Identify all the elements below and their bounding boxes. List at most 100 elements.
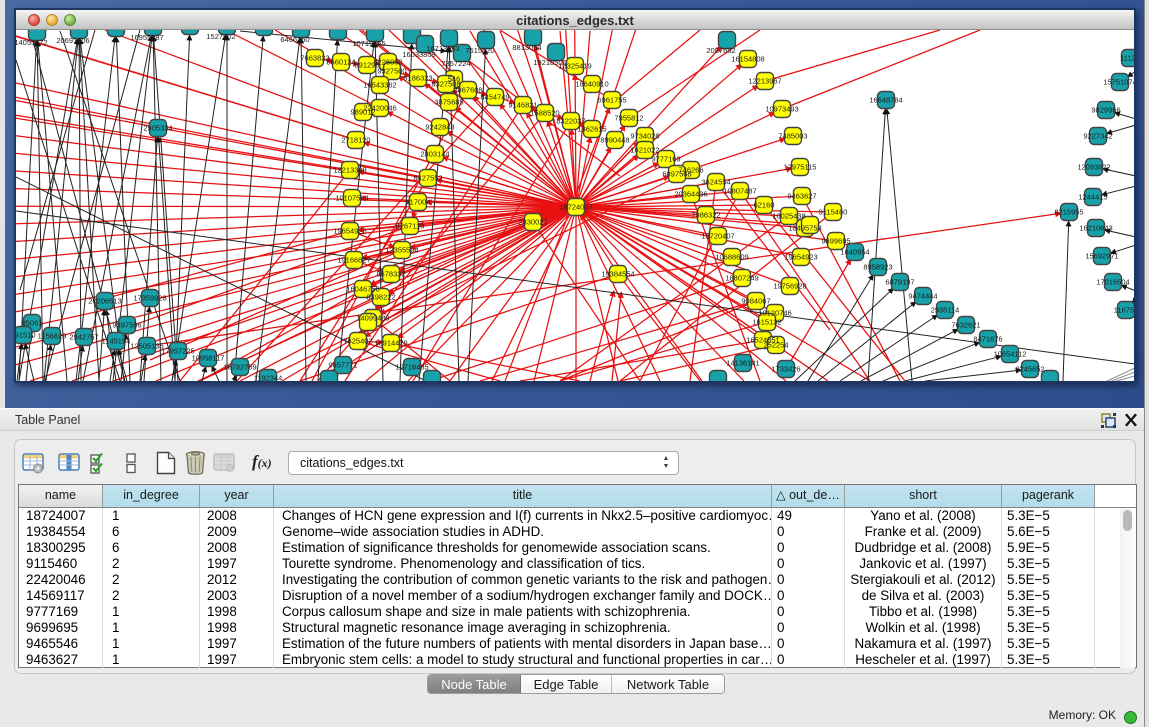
svg-text:1244415: 1244415 [1078, 193, 1107, 202]
svg-text:1733426: 1733426 [771, 365, 800, 374]
svg-text:989012: 989012 [350, 108, 375, 117]
svg-text:10807487: 10807487 [723, 187, 756, 196]
svg-text:8471676: 8471676 [973, 335, 1002, 344]
svg-text:10654112: 10654112 [994, 350, 1027, 359]
svg-text:6466160: 6466160 [280, 35, 309, 44]
svg-text:16914479: 16914479 [374, 339, 407, 348]
svg-text:10719155: 10719155 [352, 39, 385, 48]
svg-text:11123: 11123 [1120, 54, 1134, 63]
svg-text:9115460: 9115460 [819, 208, 848, 217]
svg-text:15692971: 15692971 [1085, 252, 1118, 261]
svg-text:9474444: 9474444 [908, 292, 937, 301]
svg-text:2935114: 2935114 [931, 306, 960, 315]
svg-text:2830027: 2830027 [518, 218, 547, 227]
svg-text:7632621: 7632621 [951, 321, 980, 330]
svg-text:12505135: 12505135 [130, 342, 163, 351]
svg-text:8226058: 8226058 [373, 58, 402, 67]
svg-text:8215955: 8215955 [1054, 208, 1083, 217]
svg-text:12213389: 12213389 [333, 166, 366, 175]
svg-text:7357224: 7357224 [441, 59, 470, 68]
svg-text:7625402: 7625402 [343, 337, 372, 346]
svg-text:15751074: 15751074 [1103, 78, 1134, 87]
svg-text:14136141: 14136141 [726, 359, 759, 368]
svg-text:16543362: 16543362 [363, 81, 396, 90]
svg-text:14055572: 14055572 [16, 38, 48, 47]
svg-text:10688609: 10688609 [715, 253, 748, 262]
svg-text:1156829: 1156829 [38, 332, 67, 341]
svg-text:9777169: 9777169 [651, 155, 680, 164]
svg-text:9327500: 9327500 [377, 67, 406, 76]
svg-text:6897568: 6897568 [662, 170, 691, 179]
svg-text:8660124: 8660124 [326, 58, 355, 67]
svg-text:12355594: 12355594 [385, 246, 418, 255]
svg-text:8454749: 8454749 [480, 93, 509, 102]
svg-text:7986322: 7986322 [691, 211, 720, 220]
svg-text:7515520: 7515520 [465, 46, 494, 55]
svg-text:2905334: 2905334 [143, 124, 172, 133]
svg-text:9084067: 9084067 [741, 297, 770, 306]
svg-text:9227342: 9227342 [1083, 132, 1112, 141]
svg-text:20364436: 20364436 [674, 190, 707, 199]
svg-text:19384554: 19384554 [601, 270, 634, 279]
svg-text:1192344: 1192344 [254, 374, 283, 382]
svg-text:19654923: 19654923 [784, 253, 817, 262]
svg-text:116753: 116753 [1114, 306, 1134, 315]
svg-text:17016504: 17016504 [1096, 278, 1129, 287]
svg-text:9463627: 9463627 [787, 192, 816, 201]
svg-text:2867608: 2867608 [453, 86, 482, 95]
svg-text:1362615: 1362615 [577, 125, 606, 134]
svg-text:9699695: 9699695 [821, 237, 850, 246]
svg-text:19756928: 19756928 [773, 282, 806, 291]
svg-text:2803144: 2803144 [420, 150, 449, 159]
svg-text:19716485: 19716485 [395, 363, 428, 372]
svg-text:991510: 991510 [16, 331, 36, 340]
svg-text:18807249: 18807249 [725, 274, 758, 283]
svg-text:1640954: 1640954 [840, 248, 869, 257]
svg-text:2942757: 2942757 [69, 333, 98, 342]
svg-text:8498222: 8498222 [366, 293, 395, 302]
svg-text:10120746: 10120746 [758, 309, 791, 318]
svg-text:252254: 252254 [763, 341, 788, 350]
svg-text:62160: 62160 [754, 201, 775, 210]
svg-text:417004: 417004 [405, 198, 430, 207]
svg-text:20691406: 20691406 [56, 36, 89, 45]
svg-text:9242848: 9242848 [425, 123, 454, 132]
svg-text:9245652: 9245652 [1015, 365, 1044, 374]
svg-text:10973493: 10973493 [765, 105, 798, 114]
svg-text:6961755: 6961755 [597, 96, 626, 105]
svg-text:16210643: 16210643 [1079, 224, 1112, 233]
svg-text:9829966: 9829966 [1091, 106, 1120, 115]
svg-text:19654925: 19654925 [333, 227, 366, 236]
svg-text:8990448: 8990448 [600, 136, 629, 145]
svg-text:1621022: 1621022 [630, 146, 659, 155]
svg-text:20206513: 20206513 [88, 297, 121, 306]
svg-text:9397586: 9397586 [112, 321, 141, 330]
svg-text:8678332: 8678332 [376, 270, 405, 279]
svg-text:85061: 85061 [22, 319, 43, 328]
svg-text:17957225: 17957225 [161, 347, 194, 356]
svg-text:18640910: 18640910 [575, 80, 608, 89]
svg-text:16648784: 16648784 [869, 96, 902, 105]
svg-text:9734028: 9734028 [630, 132, 659, 141]
svg-text:7663822: 7663822 [300, 54, 329, 63]
svg-text:1615132: 1615132 [752, 318, 781, 327]
svg-text:9657771: 9657771 [328, 361, 357, 370]
svg-text:14099489: 14099489 [356, 314, 389, 323]
svg-text:13325419: 13325419 [558, 62, 591, 71]
svg-text:17359928: 17359928 [133, 294, 166, 303]
svg-text:8813054: 8813054 [512, 43, 541, 52]
svg-text:1145194: 1145194 [102, 337, 131, 346]
svg-text:19166827: 19166827 [337, 256, 370, 265]
svg-text:3624554: 3624554 [701, 178, 730, 187]
svg-text:18724007: 18724007 [559, 203, 592, 212]
svg-text:10958117: 10958117 [192, 354, 225, 363]
svg-text:10025438: 10025438 [772, 212, 805, 221]
svg-text:16782759: 16782759 [223, 363, 256, 372]
svg-text:16033809: 16033809 [402, 50, 435, 59]
svg-text:15720407: 15720407 [701, 232, 734, 241]
svg-text:8958923: 8958923 [863, 263, 892, 272]
svg-text:8427552: 8427552 [413, 174, 442, 183]
svg-text:12213967: 12213967 [748, 77, 781, 86]
svg-text:8186323: 8186323 [403, 74, 432, 83]
svg-text:3875685: 3875685 [434, 98, 463, 107]
